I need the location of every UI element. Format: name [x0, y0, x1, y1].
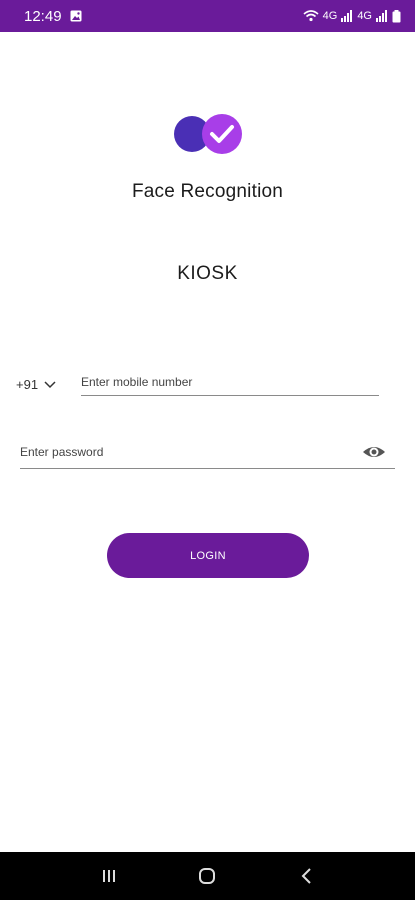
status-left: 12:49	[24, 8, 82, 25]
signal-icon	[341, 10, 353, 22]
navigation-bar	[0, 852, 415, 900]
back-icon[interactable]	[286, 856, 326, 896]
app-title: Face Recognition	[131, 181, 284, 202]
app-subtitle: KIOSK	[177, 263, 238, 284]
country-code-label: +91	[16, 376, 39, 392]
app-logo-icon	[174, 113, 244, 155]
network-type-label-2: 4G	[357, 10, 372, 22]
home-icon[interactable]	[187, 856, 227, 896]
mobile-number-input[interactable]	[81, 372, 379, 396]
status-right: 4G 4G	[303, 9, 401, 23]
chevron-down-icon	[44, 377, 56, 392]
status-bar: 12:49 4G 4G	[0, 0, 415, 32]
battery-icon	[392, 9, 401, 23]
signal-icon	[376, 10, 388, 22]
country-code-select[interactable]: +91	[16, 374, 56, 394]
login-screen: 12:49 4G 4G Face Recognition KIOSK +91 E…	[0, 0, 415, 900]
status-time: 12:49	[24, 7, 62, 25]
gallery-icon	[70, 10, 82, 22]
network-type-label: 4G	[322, 10, 338, 22]
recent-apps-icon[interactable]	[89, 856, 129, 896]
eye-icon[interactable]	[362, 442, 386, 462]
wifi-icon	[303, 10, 319, 22]
password-input[interactable]	[20, 441, 395, 469]
login-button[interactable]: LOGIN	[107, 533, 309, 578]
